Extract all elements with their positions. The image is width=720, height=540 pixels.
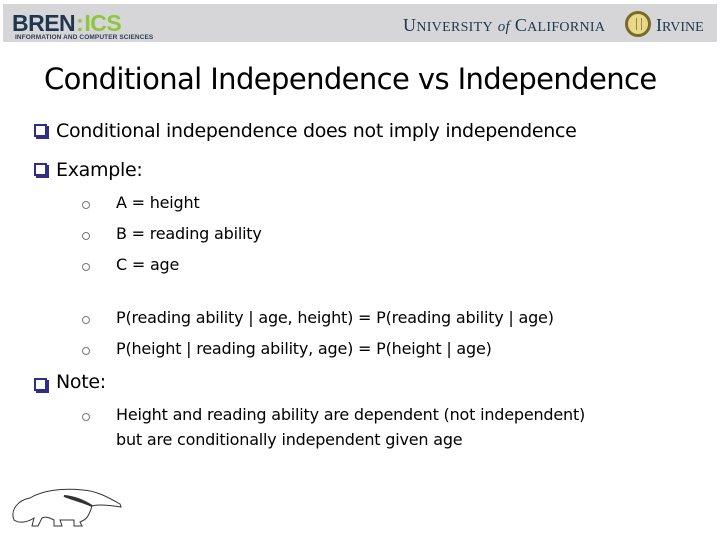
note-item-line1: Height and reading ability are dependent…: [116, 405, 586, 424]
example-item-c: C = age: [116, 255, 180, 274]
note-item-line2: but are conditionally independent given …: [116, 430, 463, 449]
uci-seal-icon: [625, 11, 651, 37]
checkbox-bullet-icon: [34, 124, 47, 137]
circle-bullet-icon: [82, 263, 90, 271]
wordmark-niversity: NIVERSITY: [416, 20, 493, 35]
circle-bullet-icon: [82, 201, 90, 209]
circle-bullet-icon: [82, 316, 90, 324]
irvine-wordmark: IRVINE: [656, 15, 704, 36]
example-item-p2: P(height | reading ability, age) = P(hei…: [116, 339, 492, 358]
wordmark-alifornia: ALIFORNIA: [527, 20, 606, 35]
example-item-b: B = reading ability: [116, 224, 262, 243]
anteater-logo-icon: [12, 488, 122, 527]
wordmark-u: U: [403, 15, 417, 35]
bullet-1: Conditional independence does not imply …: [56, 120, 577, 142]
wordmark-of: of: [497, 19, 510, 35]
uc-wordmark: UNIVERSITY of CALIFORNIA: [403, 15, 605, 36]
header-banner: BREN:ICS INFORMATION AND COMPUTER SCIENC…: [3, 4, 717, 42]
wordmark-rvine: RVINE: [662, 20, 704, 35]
checkbox-bullet-icon: [34, 163, 47, 176]
circle-bullet-icon: [82, 413, 90, 421]
example-item-a: A = height: [116, 193, 200, 212]
logo-subtitle: INFORMATION AND COMPUTER SCIENCES: [15, 34, 154, 41]
wordmark-c: C: [514, 15, 528, 35]
checkbox-bullet-icon: [34, 378, 47, 391]
circle-bullet-icon: [82, 347, 90, 355]
logo-ics-text: ICS: [84, 10, 122, 36]
slide-title: Conditional Independence vs Independence: [44, 62, 657, 96]
example-item-p1: P(reading ability | age, height) = P(rea…: [116, 308, 554, 327]
bullet-3: Note:: [56, 371, 106, 393]
circle-bullet-icon: [82, 232, 90, 240]
logo-bren-text: BREN: [12, 10, 76, 36]
bullet-2: Example:: [56, 159, 143, 181]
bren-ics-logo: BREN:ICS: [12, 10, 122, 36]
logo-separator: :: [76, 10, 84, 36]
